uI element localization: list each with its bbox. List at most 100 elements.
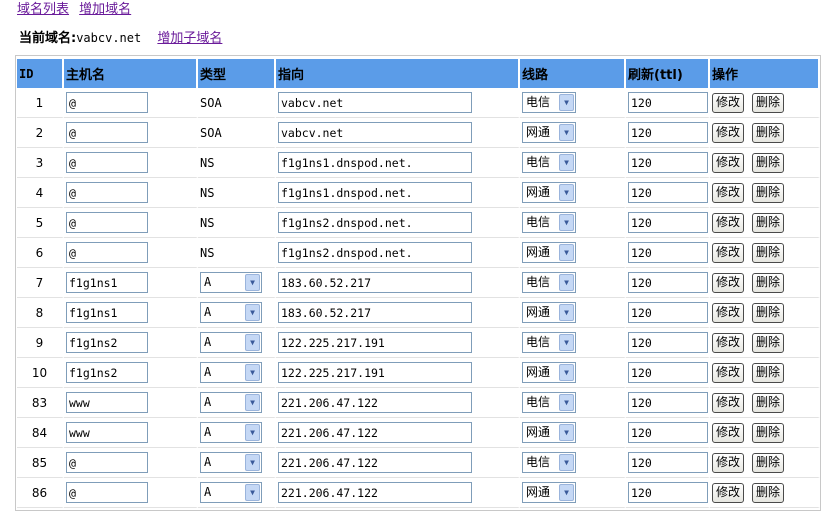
line-select[interactable]: 网通 ▼ [522, 182, 576, 203]
value-input[interactable] [278, 452, 472, 473]
type-select[interactable]: A ▼ [200, 482, 262, 503]
line-select[interactable]: 网通 ▼ [522, 422, 576, 443]
delete-button[interactable]: 删除 [752, 482, 785, 503]
host-cell [64, 88, 198, 118]
delete-button[interactable]: 删除 [752, 242, 785, 263]
edit-button[interactable]: 修改 [712, 332, 745, 353]
host-input[interactable] [66, 332, 148, 353]
delete-button[interactable]: 删除 [752, 92, 785, 113]
host-input[interactable] [66, 452, 148, 473]
host-input[interactable] [66, 302, 148, 323]
edit-button[interactable]: 修改 [712, 362, 745, 383]
value-input[interactable] [278, 92, 472, 113]
edit-button[interactable]: 修改 [712, 122, 745, 143]
value-input[interactable] [278, 332, 472, 353]
line-select[interactable]: 电信 ▼ [522, 92, 576, 113]
type-select[interactable]: A ▼ [200, 422, 262, 443]
type-select[interactable]: A ▼ [200, 452, 262, 473]
ttl-input[interactable] [628, 182, 708, 203]
host-input[interactable] [66, 392, 148, 413]
type-select[interactable]: A ▼ [200, 332, 262, 353]
type-select[interactable]: A ▼ [200, 272, 262, 293]
host-input[interactable] [66, 182, 148, 203]
ttl-input[interactable] [628, 452, 708, 473]
value-input[interactable] [278, 392, 472, 413]
line-select[interactable]: 电信 ▼ [522, 332, 576, 353]
ttl-input[interactable] [628, 152, 708, 173]
line-select[interactable]: 电信 ▼ [522, 392, 576, 413]
host-input[interactable] [66, 122, 148, 143]
delete-button[interactable]: 删除 [752, 422, 785, 443]
host-input[interactable] [66, 242, 148, 263]
line-select[interactable]: 网通 ▼ [522, 122, 576, 143]
value-input[interactable] [278, 422, 472, 443]
add-subdomain-link[interactable]: 增加子域名 [157, 31, 222, 46]
delete-button[interactable]: 删除 [752, 392, 785, 413]
type-select[interactable]: A ▼ [200, 302, 262, 323]
type-select-value: A [204, 335, 212, 349]
ttl-input[interactable] [628, 242, 708, 263]
line-select[interactable]: 电信 ▼ [522, 152, 576, 173]
host-input[interactable] [66, 482, 148, 503]
host-input[interactable] [66, 212, 148, 233]
line-select[interactable]: 电信 ▼ [522, 272, 576, 293]
edit-button[interactable]: 修改 [712, 482, 745, 503]
line-select[interactable]: 电信 ▼ [522, 452, 576, 473]
ttl-input[interactable] [628, 482, 708, 503]
ttl-input[interactable] [628, 212, 708, 233]
delete-button[interactable]: 删除 [752, 332, 785, 353]
edit-button[interactable]: 修改 [712, 452, 745, 473]
ttl-input[interactable] [628, 302, 708, 323]
edit-button[interactable]: 修改 [712, 392, 745, 413]
type-select[interactable]: A ▼ [200, 392, 262, 413]
edit-button[interactable]: 修改 [712, 302, 745, 323]
edit-button[interactable]: 修改 [712, 422, 745, 443]
host-input[interactable] [66, 152, 148, 173]
edit-button[interactable]: 修改 [712, 242, 745, 263]
delete-button[interactable]: 删除 [752, 452, 785, 473]
value-input[interactable] [278, 212, 472, 233]
host-input[interactable] [66, 422, 148, 443]
line-select[interactable]: 网通 ▼ [522, 362, 576, 383]
ttl-input[interactable] [628, 422, 708, 443]
ttl-input[interactable] [628, 122, 708, 143]
host-input[interactable] [66, 272, 148, 293]
add-domain-link[interactable]: 增加域名 [79, 2, 131, 17]
edit-button[interactable]: 修改 [712, 272, 745, 293]
line-select[interactable]: 网通 ▼ [522, 482, 576, 503]
value-input[interactable] [278, 482, 472, 503]
table-row: 2 SOA 网通 ▼ 修改删除 [17, 118, 820, 148]
delete-button[interactable]: 删除 [752, 182, 785, 203]
delete-button[interactable]: 删除 [752, 152, 785, 173]
ttl-input[interactable] [628, 92, 708, 113]
ttl-input[interactable] [628, 362, 708, 383]
ttl-input[interactable] [628, 392, 708, 413]
ttl-cell [626, 178, 710, 208]
delete-button[interactable]: 删除 [752, 302, 785, 323]
delete-button[interactable]: 删除 [752, 212, 785, 233]
type-select[interactable]: A ▼ [200, 362, 262, 383]
ttl-input[interactable] [628, 332, 708, 353]
value-input[interactable] [278, 272, 472, 293]
value-input[interactable] [278, 302, 472, 323]
ttl-input[interactable] [628, 272, 708, 293]
host-input[interactable] [66, 362, 148, 383]
value-input[interactable] [278, 362, 472, 383]
line-select-value: 网通 [526, 305, 551, 319]
delete-button[interactable]: 删除 [752, 272, 785, 293]
edit-button[interactable]: 修改 [712, 182, 745, 203]
edit-button[interactable]: 修改 [712, 92, 745, 113]
line-select[interactable]: 电信 ▼ [522, 212, 576, 233]
delete-button[interactable]: 删除 [752, 362, 785, 383]
value-input[interactable] [278, 242, 472, 263]
value-input[interactable] [278, 152, 472, 173]
line-select[interactable]: 网通 ▼ [522, 302, 576, 323]
edit-button[interactable]: 修改 [712, 212, 745, 233]
delete-button[interactable]: 删除 [752, 122, 785, 143]
line-select[interactable]: 网通 ▼ [522, 242, 576, 263]
host-input[interactable] [66, 92, 148, 113]
edit-button[interactable]: 修改 [712, 152, 745, 173]
value-input[interactable] [278, 122, 472, 143]
value-input[interactable] [278, 182, 472, 203]
domain-list-link[interactable]: 域名列表 [17, 2, 69, 17]
